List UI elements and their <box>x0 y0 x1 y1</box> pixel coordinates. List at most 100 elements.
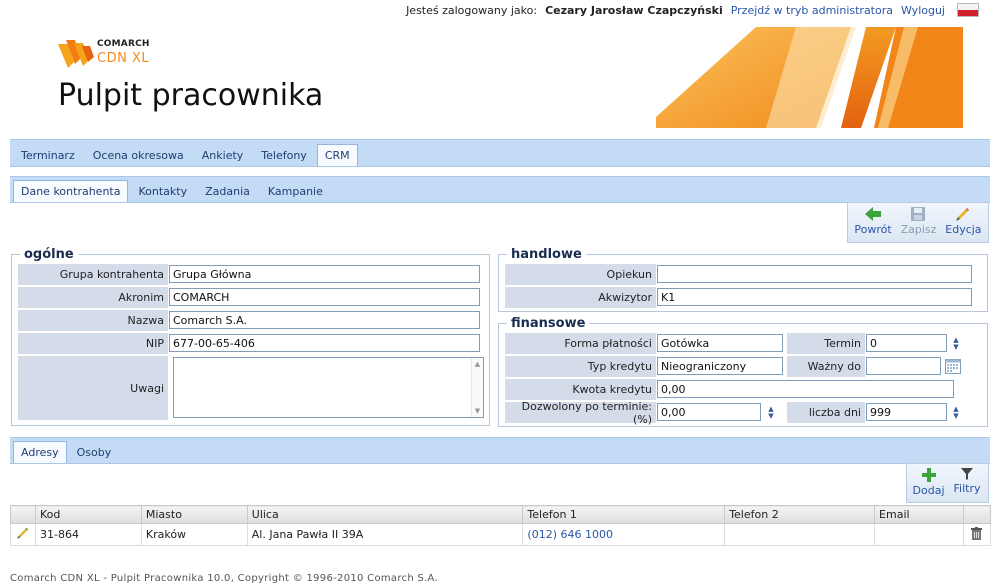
tab-terminarz[interactable]: Terminarz <box>13 144 83 166</box>
logo-product-name: CDN XL <box>97 51 150 66</box>
forma-platnosci-field[interactable]: Gotówka <box>657 334 783 352</box>
add-button-label: Dodaj <box>912 484 945 497</box>
grid-header-email[interactable]: Email <box>874 505 964 524</box>
admin-mode-link[interactable]: Przejdź w tryb administratora <box>731 4 893 17</box>
plus-icon <box>921 468 936 482</box>
user-bar: Jesteś zalogowany jako: Cezary Jarosław … <box>406 3 979 17</box>
dozwolony-po-terminie-field[interactable]: 0,00 <box>657 403 761 421</box>
uwagi-label: Uwagi <box>17 355 169 421</box>
field-row-akwizytor: Akwizytor K1 <box>504 286 972 309</box>
calendar-icon[interactable] <box>945 358 961 374</box>
akronim-field[interactable]: COMARCH <box>169 288 480 306</box>
tab-telefony[interactable]: Telefony <box>253 144 315 166</box>
field-row-uwagi: Uwagi <box>17 355 169 421</box>
scroll-up-icon[interactable]: ▲ <box>475 360 480 368</box>
field-row-nip: NIP 677-00-65-406 <box>17 332 480 355</box>
nip-field[interactable]: 677-00-65-406 <box>169 334 480 352</box>
akwizytor-field[interactable]: K1 <box>657 288 972 306</box>
termin-spinner[interactable]: ▲ ▼ <box>951 332 961 355</box>
liczba-dni-spinner[interactable]: ▲ ▼ <box>951 401 961 424</box>
tab-zadania[interactable]: Zadania <box>197 180 258 202</box>
grid-header-kod[interactable]: Kod <box>34 505 142 524</box>
cell-telefon2 <box>724 523 876 546</box>
cell-telefon1[interactable]: (012) 646 1000 <box>522 523 726 546</box>
finance-section-legend: finansowe <box>507 316 590 331</box>
forma-platnosci-label: Forma płatności <box>504 332 657 355</box>
edit-button[interactable]: Edycja <box>942 205 985 239</box>
spin-down-icon[interactable]: ▼ <box>953 412 958 420</box>
pencil-icon[interactable] <box>16 527 29 539</box>
field-row-opiekun: Opiekun <box>504 263 972 286</box>
liczba-dni-field[interactable]: 999 <box>866 403 947 421</box>
nazwa-field[interactable]: Comarch S.A. <box>169 311 480 329</box>
uwagi-textarea[interactable]: ▲ ▼ <box>173 357 484 418</box>
grid-toolbar: Dodaj Filtry <box>906 463 989 503</box>
field-row-liczba-dni: liczba dni 999 ▲ ▼ <box>786 401 961 424</box>
uwagi-scrollbar[interactable]: ▲ ▼ <box>471 358 483 417</box>
trash-icon[interactable] <box>971 526 983 540</box>
sub-tabbar: Dane kontrahenta Kontakty Zadania Kampan… <box>10 176 990 203</box>
filter-funnel-icon <box>961 468 973 480</box>
page-footer: Comarch CDN XL - Pulpit Pracownika 10.0,… <box>10 573 439 584</box>
address-grid: Kod Miasto Ulica Telefon 1 Telefon 2 Ema… <box>10 505 992 546</box>
page-title: Pulpit pracownika <box>58 78 324 113</box>
add-button[interactable]: Dodaj <box>910 466 947 500</box>
row-delete-cell[interactable] <box>962 523 992 546</box>
termin-label: Termin <box>786 332 866 355</box>
dozwolony-spinner[interactable]: ▲ ▼ <box>766 401 776 424</box>
grid-header-row: Kod Miasto Ulica Telefon 1 Telefon 2 Ema… <box>10 505 992 524</box>
spin-down-icon[interactable]: ▼ <box>953 343 958 351</box>
scroll-down-icon[interactable]: ▼ <box>475 407 480 415</box>
grid-header-ulica[interactable]: Ulica <box>246 505 524 524</box>
nazwa-label: Nazwa <box>17 309 169 332</box>
dozwolony-po-terminie-label: Dozwolony po terminie: (%) <box>504 400 657 426</box>
tab-ankiety[interactable]: Ankiety <box>194 144 252 166</box>
grid-header-miasto[interactable]: Miasto <box>140 505 248 524</box>
typ-kredytu-label: Typ kredytu <box>504 355 657 378</box>
grid-header-telefon1[interactable]: Telefon 1 <box>522 505 726 524</box>
liczba-dni-label: liczba dni <box>786 401 866 424</box>
tab-crm[interactable]: CRM <box>316 144 358 166</box>
typ-kredytu-field[interactable]: Nieograniczony <box>657 357 783 375</box>
termin-field[interactable]: 0 <box>866 334 947 352</box>
tab-dane-kontrahenta[interactable]: Dane kontrahenta <box>13 180 129 202</box>
akronim-label: Akronim <box>17 286 169 309</box>
record-toolbar: Powrót Zapisz Edycja <box>847 202 989 243</box>
cell-ulica: Al. Jana Pawła II 39A <box>246 523 524 546</box>
tab-osoby[interactable]: Osoby <box>69 441 120 463</box>
field-row-typ-kredytu: Typ kredytu Nieograniczony <box>504 355 783 378</box>
field-row-termin: Termin 0 ▲ ▼ <box>786 332 961 355</box>
opiekun-field[interactable] <box>657 265 972 283</box>
field-row-kwota-kredytu: Kwota kredytu 0,00 <box>504 378 954 401</box>
field-row-akronim: Akronim COMARCH <box>17 286 480 309</box>
general-section-legend: ogólne <box>20 247 78 262</box>
filters-button-label: Filtry <box>953 482 981 495</box>
akwizytor-label: Akwizytor <box>504 286 657 309</box>
grupa-kontrahenta-label: Grupa kontrahenta <box>17 263 169 286</box>
save-button-label: Zapisz <box>900 223 937 236</box>
pencil-icon <box>956 208 970 221</box>
tab-kampanie[interactable]: Kampanie <box>260 180 331 202</box>
polish-flag-icon[interactable] <box>957 3 979 17</box>
tab-kontakty[interactable]: Kontakty <box>130 180 195 202</box>
cell-email <box>874 523 964 546</box>
kwota-kredytu-field[interactable]: 0,00 <box>657 380 954 398</box>
grid-header-delete <box>962 505 992 524</box>
user-name: Cezary Jarosław Czapczyński <box>545 3 723 17</box>
table-row[interactable]: 31-864 Kraków Al. Jana Pawła II 39A (012… <box>10 523 992 546</box>
field-row-forma-platnosci: Forma płatności Gotówka <box>504 332 783 355</box>
grid-header-telefon2[interactable]: Telefon 2 <box>724 505 876 524</box>
grid-header-edit <box>10 505 36 524</box>
wazny-do-field[interactable] <box>866 357 941 375</box>
back-button[interactable]: Powrót <box>851 205 895 239</box>
spin-down-icon[interactable]: ▼ <box>768 412 773 420</box>
grupa-kontrahenta-field[interactable]: Grupa Główna <box>169 265 480 283</box>
tab-ocena-okresowa[interactable]: Ocena okresowa <box>85 144 192 166</box>
logout-link[interactable]: Wyloguj <box>901 4 945 17</box>
filters-button[interactable]: Filtry <box>949 466 985 500</box>
tab-adresy[interactable]: Adresy <box>13 441 67 463</box>
row-edit-cell[interactable] <box>10 523 36 546</box>
nip-label: NIP <box>17 332 169 355</box>
save-button[interactable]: Zapisz <box>897 205 940 239</box>
cell-kod: 31-864 <box>34 523 142 546</box>
